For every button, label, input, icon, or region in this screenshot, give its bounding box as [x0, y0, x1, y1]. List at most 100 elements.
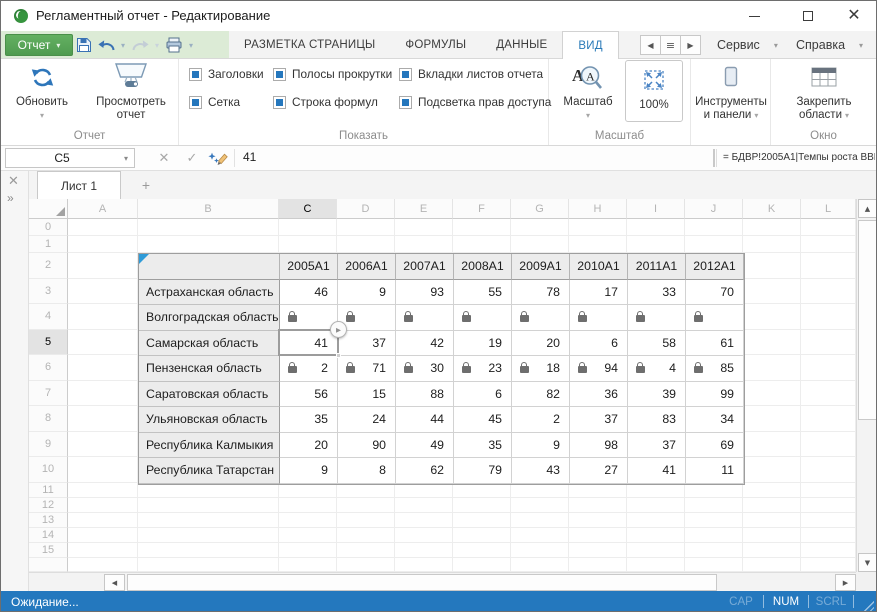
sheet-cell-A14[interactable] [68, 528, 138, 543]
sheet-cell-J14[interactable] [685, 528, 743, 543]
sheet-cell-G13[interactable] [511, 513, 569, 528]
cell-C6[interactable]: 2 [280, 356, 338, 382]
row-header-15[interactable]: 15 [29, 543, 68, 558]
sheet-cell-C15[interactable] [279, 543, 337, 558]
sheet-cell-I15[interactable] [627, 543, 685, 558]
sheet-cell-B1[interactable] [138, 236, 279, 253]
cell-D6[interactable]: 71 [338, 356, 396, 382]
vertical-scroll-thumb[interactable] [858, 220, 877, 420]
cell-J7[interactable]: 99 [686, 382, 744, 408]
sheet-cell-K14[interactable] [743, 528, 801, 543]
checkbox-headers[interactable]: Заголовки [189, 67, 264, 81]
cell-G9[interactable]: 9 [512, 433, 570, 459]
sheet-cell-L14[interactable] [801, 528, 856, 543]
cell-J3[interactable]: 70 [686, 280, 744, 306]
select-all-button[interactable] [29, 199, 68, 219]
sheet-cell-H13[interactable] [569, 513, 627, 528]
sheet-cell-K12[interactable] [743, 498, 801, 513]
column-header-D[interactable]: D [337, 199, 395, 219]
sheet-cell-J15[interactable] [685, 543, 743, 558]
sheet-cell-F12[interactable] [453, 498, 511, 513]
help-menu[interactable]: Справка▾ [796, 31, 863, 59]
sheet-tab-list1[interactable]: Лист 1 [37, 171, 121, 199]
cell-I9[interactable]: 37 [628, 433, 686, 459]
sheet-cell-K6[interactable] [743, 355, 801, 381]
fill-handle[interactable] [336, 353, 341, 358]
undo-button[interactable] [95, 33, 117, 57]
cell-J5[interactable]: 61 [686, 331, 744, 357]
cell-I10[interactable]: 41 [628, 458, 686, 484]
row-header-5[interactable]: 5 [29, 330, 68, 356]
formula-bar-splitter[interactable] [713, 149, 717, 167]
sheet-cell-K2[interactable] [743, 253, 801, 279]
cell-J2[interactable]: 2012A1 [686, 254, 744, 280]
panel-expand-icon[interactable]: » [7, 191, 14, 205]
cell-G10[interactable]: 43 [512, 458, 570, 484]
cell-G7[interactable]: 82 [512, 382, 570, 408]
refresh-button[interactable]: Обновить ▾ [9, 61, 75, 120]
minimize-button[interactable] [731, 1, 777, 31]
row-header-4[interactable]: 4 [29, 304, 68, 330]
sheet-cell-K13[interactable] [743, 513, 801, 528]
sheet-cell-C11[interactable] [279, 483, 337, 498]
sheet-cell-K8[interactable] [743, 406, 801, 432]
cell-H4[interactable] [570, 305, 628, 331]
sheet-cell-D0[interactable] [337, 219, 395, 236]
sheet-cell-F14[interactable] [453, 528, 511, 543]
sheet-cell-J1[interactable] [685, 236, 743, 253]
cell-F7[interactable]: 6 [454, 382, 512, 408]
cell-action-button[interactable]: ▶ [330, 321, 347, 338]
column-header-G[interactable]: G [511, 199, 569, 219]
sheet-cell-G0[interactable] [511, 219, 569, 236]
sheet-cell-B12[interactable] [138, 498, 279, 513]
tools-panels-button[interactable]: Инструменты и панели▾ [691, 61, 771, 122]
sheet-cell-H0[interactable] [569, 219, 627, 236]
cell-J4[interactable] [686, 305, 744, 331]
tab-scroll-left-button[interactable]: ◀ [640, 35, 661, 55]
cell-D10[interactable]: 8 [338, 458, 396, 484]
sheet-cell-J12[interactable] [685, 498, 743, 513]
row-header-6[interactable]: 6 [29, 355, 68, 381]
cell-I3[interactable]: 33 [628, 280, 686, 306]
checkbox-sheet-tabs[interactable]: Вкладки листов отчета [399, 67, 543, 81]
sheet-cell-B15[interactable] [138, 543, 279, 558]
cell-D5[interactable]: 37 [338, 331, 396, 357]
cell-H3[interactable]: 17 [570, 280, 628, 306]
cell-F5[interactable]: 19 [454, 331, 512, 357]
cell-G2[interactable]: 2009A1 [512, 254, 570, 280]
cell-B3[interactable]: Астраханская область [139, 280, 280, 306]
close-button[interactable]: ✕ [831, 1, 877, 31]
sheet-cell-L5[interactable] [801, 330, 856, 356]
cell-B4[interactable]: Волгоградская область [139, 305, 280, 331]
row-header-11[interactable]: 11 [29, 483, 68, 498]
sheet-cell-K7[interactable] [743, 381, 801, 407]
sheet-cell-F0[interactable] [453, 219, 511, 236]
sheet-cell-A1[interactable] [68, 236, 138, 253]
cell-C8[interactable]: 35 [280, 407, 338, 433]
sheet-cell-H11[interactable] [569, 483, 627, 498]
column-header-I[interactable]: I [627, 199, 685, 219]
sheet-cell-A11[interactable] [68, 483, 138, 498]
sheet-cell-I1[interactable] [627, 236, 685, 253]
horizontal-scrollbar[interactable]: ◀ ▶ [29, 572, 856, 591]
sheet-cell-L13[interactable] [801, 513, 856, 528]
cell-H8[interactable]: 37 [570, 407, 628, 433]
sheet-cell-K4[interactable] [743, 304, 801, 330]
sheet-cell-D1[interactable] [337, 236, 395, 253]
checkbox-access-rights[interactable]: Подсветка прав доступа [399, 95, 551, 109]
sheet-cell-D11[interactable] [337, 483, 395, 498]
tab-dannye[interactable]: ДАННЫЕ [481, 31, 562, 59]
scroll-down-button[interactable]: ▼ [858, 553, 877, 572]
sheet-cell-B11[interactable] [138, 483, 279, 498]
cell-G8[interactable]: 2 [512, 407, 570, 433]
cell-B9[interactable]: Республика Калмыкия [139, 433, 280, 459]
sheet-cell-L8[interactable] [801, 406, 856, 432]
cell-C2[interactable]: 2005A1 [280, 254, 338, 280]
sheet-cell-C14[interactable] [279, 528, 337, 543]
column-header-L[interactable]: L [801, 199, 856, 219]
row-header-2[interactable]: 2 [29, 253, 68, 279]
column-header-J[interactable]: J [685, 199, 743, 219]
scroll-left-button[interactable]: ◀ [104, 574, 125, 591]
cell-D2[interactable]: 2006A1 [338, 254, 396, 280]
column-header-K[interactable]: K [743, 199, 801, 219]
